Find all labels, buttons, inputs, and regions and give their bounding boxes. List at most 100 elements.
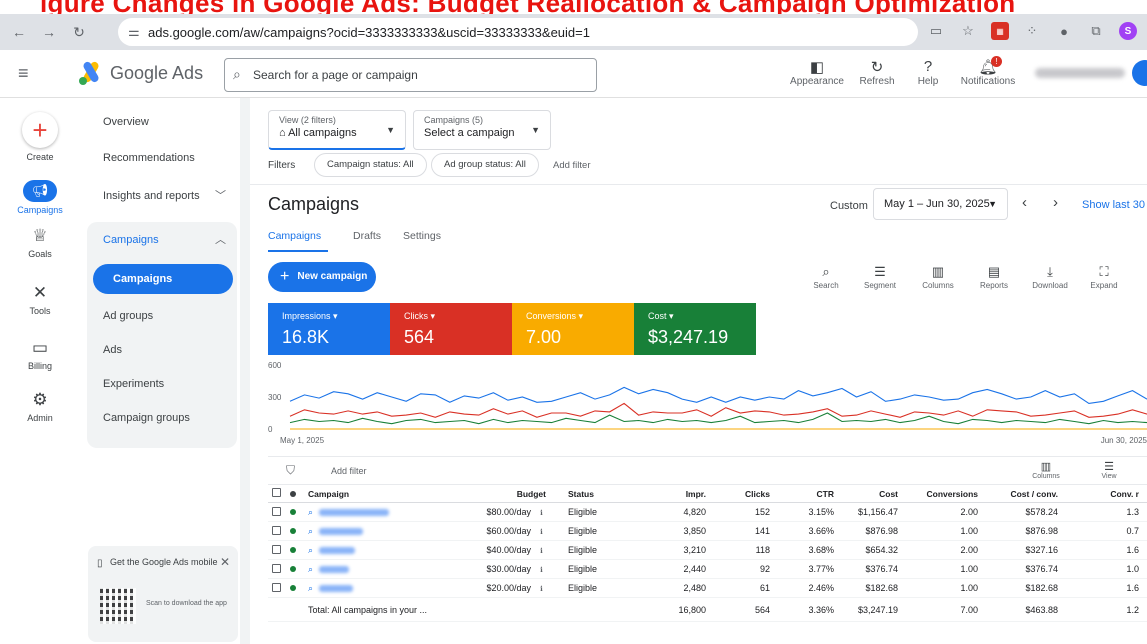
menu-icon[interactable]: ≡ xyxy=(18,63,29,84)
col-clicks[interactable]: Clicks xyxy=(714,484,778,503)
info-icon[interactable]: ℹ xyxy=(537,528,546,537)
notifications-button[interactable]: 🔔︎ ! Notifications xyxy=(953,56,1023,87)
metric-card-impressions[interactable]: Impressions ▾ 16.8K xyxy=(268,303,390,355)
avatar[interactable] xyxy=(1132,60,1147,86)
search-input[interactable]: ⌕ Search for a page or campaign xyxy=(224,58,597,92)
budget-cell[interactable]: $40.00/day ℹ xyxy=(464,540,554,560)
tab-drafts[interactable]: Drafts xyxy=(353,230,381,242)
back-icon[interactable]: ← xyxy=(8,21,30,43)
row-checkbox[interactable] xyxy=(272,563,281,573)
search-tool-button[interactable]: ⌕ Search xyxy=(798,264,854,290)
table-view-button[interactable]: ☰ View xyxy=(1094,460,1124,480)
star-icon[interactable]: ☆ xyxy=(959,22,977,40)
rail-goals[interactable]: ♕ Goals xyxy=(0,226,80,259)
nav-ad-groups[interactable]: Ad groups xyxy=(80,300,240,332)
download-tool-button[interactable]: ⤓ Download xyxy=(1022,264,1078,290)
col-conversions[interactable]: Conversions xyxy=(906,484,986,503)
campaign-name-cell[interactable]: ⌕ xyxy=(304,540,464,560)
col-campaign[interactable]: Campaign xyxy=(304,484,464,503)
nav-insights-and-reports[interactable]: Insights and reports ﹀ xyxy=(80,180,240,212)
table-row[interactable]: ⌕ $30.00/day ℹ Eligible 2,440 92 3.77% $376.74 1… xyxy=(268,559,1147,579)
col-cost[interactable]: Cost xyxy=(842,484,906,503)
rail-billing[interactable]: ▭ Billing xyxy=(0,338,80,371)
table-columns-button[interactable]: ▥ Columns xyxy=(1026,460,1066,480)
campaign-name[interactable] xyxy=(319,527,364,535)
metric-card-conversions[interactable]: Conversions ▾ 7.00 xyxy=(512,303,634,355)
table-row[interactable]: ⌕ $20.00/day ℹ Eligible 2,480 61 2.46% $182.68 1… xyxy=(268,578,1147,598)
campaign-name-cell[interactable]: ⌕ xyxy=(304,521,464,541)
add-filter-link[interactable]: Add filter xyxy=(553,160,591,171)
tab-settings[interactable]: Settings xyxy=(403,230,441,242)
campaign-status-chip[interactable]: Campaign status: All xyxy=(314,153,427,177)
date-range-picker[interactable]: May 1 – Jun 30, 2025 ▼ xyxy=(873,188,1008,220)
col-budget[interactable]: Budget xyxy=(464,484,554,503)
row-checkbox[interactable] xyxy=(272,506,281,516)
tune-icon[interactable]: ⚌ xyxy=(128,24,140,40)
campaign-name[interactable] xyxy=(319,584,354,592)
select-all-checkbox[interactable] xyxy=(272,488,281,497)
table-row[interactable]: ⌕ $80.00/day ℹ Eligible 4,820 152 3.15% $1,156.… xyxy=(268,502,1147,522)
forward-icon[interactable]: → xyxy=(38,21,60,43)
columns-tool-button[interactable]: ▥ Columns xyxy=(910,264,966,290)
metric-card-cost[interactable]: Cost ▾ $3,247.19 xyxy=(634,303,756,355)
nav-campaign-groups[interactable]: Campaign groups xyxy=(80,402,240,434)
cast-icon[interactable]: ▭ xyxy=(927,22,945,40)
table-row[interactable]: ⌕ $40.00/day ℹ Eligible 3,210 118 3.68% $654.32… xyxy=(268,540,1147,560)
rail-campaigns[interactable]: 📢︎ Campaigns xyxy=(0,180,80,215)
close-icon[interactable]: ✕ xyxy=(220,555,230,569)
campaign-name-cell[interactable]: ⌕ xyxy=(304,578,464,598)
expand-tool-button[interactable]: ⛶ Expand xyxy=(1076,264,1132,290)
budget-cell[interactable]: $30.00/day ℹ xyxy=(464,559,554,579)
row-checkbox[interactable] xyxy=(272,582,281,592)
table-row[interactable]: ⌕ $60.00/day ℹ Eligible 3,850 141 3.66% $876.98… xyxy=(268,521,1147,541)
view-filter-dropdown[interactable]: View (2 filters) ⌂ All campaigns ▼ xyxy=(268,110,406,150)
rail-tools[interactable]: ✕ Tools xyxy=(0,283,80,316)
campaign-name[interactable] xyxy=(319,508,390,516)
budget-cell[interactable]: $20.00/day ℹ xyxy=(464,578,554,598)
info-icon[interactable]: ℹ xyxy=(537,547,546,556)
col-impr[interactable]: Impr. xyxy=(634,484,714,503)
campaign-select-dropdown[interactable]: Campaigns (5) Select a campaign ▼ xyxy=(413,110,551,150)
next-period-icon[interactable]: › xyxy=(1053,194,1058,211)
filter-icon[interactable]: ⛉ xyxy=(286,463,295,478)
extension-icon[interactable]: ● xyxy=(1055,22,1073,40)
rail-create[interactable]: + Create xyxy=(0,112,80,162)
extension-icon[interactable]: ▦ xyxy=(991,22,1009,40)
row-checkbox[interactable] xyxy=(272,525,281,535)
profile-icon[interactable]: S xyxy=(1119,22,1137,40)
address-bar[interactable]: ⚌ ads.google.com/aw/campaigns?ocid=33333… xyxy=(118,18,918,46)
info-icon[interactable]: ℹ xyxy=(537,585,546,594)
segment-tool-button[interactable]: ☰ Segment xyxy=(852,264,908,290)
budget-cell[interactable]: $80.00/day ℹ xyxy=(464,502,554,522)
show-last-30-days-link[interactable]: Show last 30 d xyxy=(1082,199,1147,211)
col-cost-per-conv[interactable]: Cost / conv. xyxy=(986,484,1066,503)
budget-cell[interactable]: $60.00/day ℹ xyxy=(464,521,554,541)
puzzle-icon[interactable]: ⧉ xyxy=(1087,22,1105,40)
col-ctr[interactable]: CTR xyxy=(778,484,842,503)
nav-ads[interactable]: Ads xyxy=(80,334,240,366)
account-name[interactable] xyxy=(1035,68,1125,78)
nav-campaigns[interactable]: Campaigns xyxy=(93,264,233,294)
reload-icon[interactable]: ↻ xyxy=(68,21,90,43)
rail-admin[interactable]: ⚙ Admin xyxy=(0,390,80,423)
info-icon[interactable]: ℹ xyxy=(537,509,546,518)
table-add-filter[interactable]: Add filter xyxy=(331,466,367,476)
new-campaign-button[interactable]: + New campaign xyxy=(268,262,376,292)
campaign-name-cell[interactable]: ⌕ xyxy=(304,559,464,579)
row-checkbox[interactable] xyxy=(272,544,281,554)
campaign-name[interactable] xyxy=(319,565,350,573)
prev-period-icon[interactable]: ‹ xyxy=(1022,194,1027,211)
tab-campaigns[interactable]: Campaigns xyxy=(268,230,321,242)
col-conv-rate[interactable]: Conv. r xyxy=(1066,484,1147,503)
extension-icon[interactable]: ⁘ xyxy=(1023,22,1041,40)
campaign-name-cell[interactable]: ⌕ xyxy=(304,502,464,522)
metric-card-clicks[interactable]: Clicks ▾ 564 xyxy=(390,303,512,355)
info-icon[interactable]: ℹ xyxy=(537,566,546,575)
nav-overview[interactable]: Overview xyxy=(80,106,240,138)
nav-recommendations[interactable]: Recommendations xyxy=(80,142,240,174)
reports-tool-button[interactable]: ▤ Reports xyxy=(966,264,1022,290)
campaign-name[interactable] xyxy=(319,546,356,554)
nav-experiments[interactable]: Experiments xyxy=(80,368,240,400)
col-status[interactable]: Status xyxy=(554,484,634,503)
ad-group-status-chip[interactable]: Ad group status: All xyxy=(431,153,539,177)
